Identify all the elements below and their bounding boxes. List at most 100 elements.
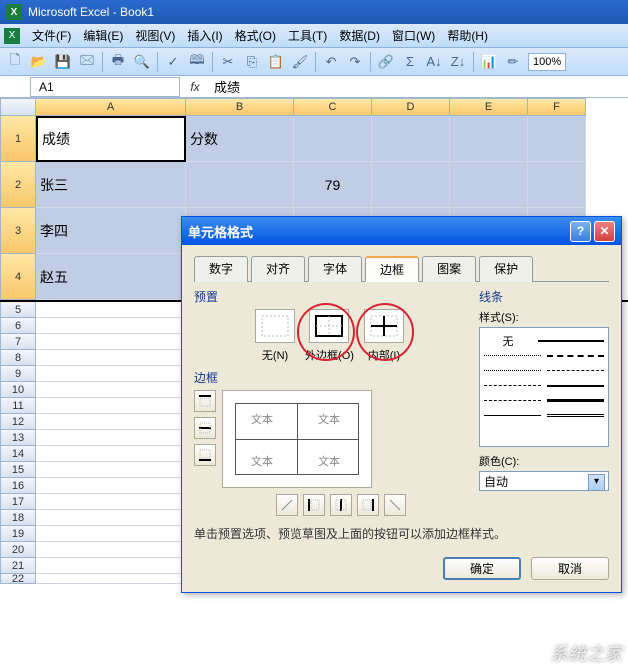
color-combo[interactable]: 自动 — [479, 471, 609, 491]
cell-A22[interactable] — [36, 574, 186, 584]
menu-view[interactable]: 视图(V) — [129, 25, 181, 46]
spell-icon[interactable]: ✓ — [162, 51, 184, 73]
cell-A7[interactable] — [36, 334, 186, 350]
open-icon[interactable]: 📂 — [28, 51, 50, 73]
row-header-19[interactable]: 19 — [0, 526, 36, 542]
row-header-22[interactable]: 22 — [0, 574, 36, 584]
cell-F1[interactable] — [528, 116, 586, 162]
border-preview[interactable]: 文本 文本 文本 文本 — [222, 390, 372, 488]
paste-icon[interactable]: 📋 — [265, 51, 287, 73]
research-icon[interactable]: 🕮 — [186, 51, 208, 73]
menu-tools[interactable]: 工具(T) — [282, 25, 333, 46]
col-header-F[interactable]: F — [528, 98, 586, 116]
ok-button[interactable]: 确定 — [443, 557, 521, 580]
cell-A15[interactable] — [36, 462, 186, 478]
row-header-5[interactable]: 5 — [0, 302, 36, 318]
preset-inside[interactable]: 内部(I) — [364, 309, 404, 363]
sort-desc-icon[interactable]: Z↓ — [447, 51, 469, 73]
col-header-B[interactable]: B — [186, 98, 294, 116]
autosum-icon[interactable]: Σ — [399, 51, 421, 73]
row-header-16[interactable]: 16 — [0, 478, 36, 494]
cell-B1[interactable]: 分数 — [186, 116, 294, 162]
menu-edit[interactable]: 编辑(E) — [77, 25, 129, 46]
close-button[interactable]: ✕ — [594, 221, 615, 242]
cell-A16[interactable] — [36, 478, 186, 494]
cell-A21[interactable] — [36, 558, 186, 574]
row-header-8[interactable]: 8 — [0, 350, 36, 366]
fx-icon[interactable]: fx — [180, 80, 210, 94]
cell-B2[interactable] — [186, 162, 294, 208]
row-header-1[interactable]: 1 — [0, 116, 36, 162]
row-header-10[interactable]: 10 — [0, 382, 36, 398]
select-all-corner[interactable] — [0, 98, 36, 116]
chart-icon[interactable]: 📊 — [478, 51, 500, 73]
col-header-D[interactable]: D — [372, 98, 450, 116]
border-hmiddle-button[interactable] — [194, 417, 216, 439]
cell-F2[interactable] — [528, 162, 586, 208]
cell-C2[interactable]: 79 — [294, 162, 372, 208]
row-header-9[interactable]: 9 — [0, 366, 36, 382]
row-header-20[interactable]: 20 — [0, 542, 36, 558]
cell-D2[interactable] — [372, 162, 450, 208]
cell-E1[interactable] — [450, 116, 528, 162]
row-header-4[interactable]: 4 — [0, 254, 36, 300]
menu-format[interactable]: 格式(O) — [229, 25, 282, 46]
cell-A20[interactable] — [36, 542, 186, 558]
row-header-15[interactable]: 15 — [0, 462, 36, 478]
cell-A19[interactable] — [36, 526, 186, 542]
tab-border[interactable]: 边框 — [365, 256, 419, 282]
col-header-C[interactable]: C — [294, 98, 372, 116]
sort-asc-icon[interactable]: A↓ — [423, 51, 445, 73]
border-bottom-button[interactable] — [194, 444, 216, 466]
print-icon[interactable]: 🖶 — [107, 51, 129, 73]
hyperlink-icon[interactable]: 🔗 — [375, 51, 397, 73]
row-header-12[interactable]: 12 — [0, 414, 36, 430]
cell-A2[interactable]: 张三 — [36, 162, 186, 208]
format-painter-icon[interactable]: 🖌 — [289, 51, 311, 73]
row-header-18[interactable]: 18 — [0, 510, 36, 526]
border-top-button[interactable] — [194, 390, 216, 412]
cell-A9[interactable] — [36, 366, 186, 382]
cell-A13[interactable] — [36, 430, 186, 446]
cell-A11[interactable] — [36, 398, 186, 414]
undo-icon[interactable]: ↶ — [320, 51, 342, 73]
preview-icon[interactable]: 🔍 — [131, 51, 153, 73]
menu-window[interactable]: 窗口(W) — [386, 25, 441, 46]
border-diag-up-button[interactable] — [276, 494, 298, 516]
cell-E2[interactable] — [450, 162, 528, 208]
col-header-A[interactable]: A — [36, 98, 186, 116]
cell-A14[interactable] — [36, 446, 186, 462]
line-style-list[interactable]: 无 — [479, 327, 609, 447]
row-header-14[interactable]: 14 — [0, 446, 36, 462]
border-diag-down-button[interactable] — [384, 494, 406, 516]
border-vmiddle-button[interactable] — [330, 494, 352, 516]
tab-number[interactable]: 数字 — [194, 256, 248, 282]
row-header-7[interactable]: 7 — [0, 334, 36, 350]
tab-align[interactable]: 对齐 — [251, 256, 305, 282]
cell-A6[interactable] — [36, 318, 186, 334]
redo-icon[interactable]: ↷ — [344, 51, 366, 73]
col-header-E[interactable]: E — [450, 98, 528, 116]
cell-A1[interactable]: 成绩 — [36, 116, 186, 162]
tab-pattern[interactable]: 图案 — [422, 256, 476, 282]
cell-A4[interactable]: 赵五 — [36, 254, 186, 300]
preset-outline[interactable]: 外边框(O) — [305, 309, 354, 363]
cell-D1[interactable] — [372, 116, 450, 162]
border-right-button[interactable] — [357, 494, 379, 516]
name-box[interactable]: A1 — [30, 77, 180, 97]
copy-icon[interactable]: ⎘ — [241, 51, 263, 73]
cell-C1[interactable] — [294, 116, 372, 162]
formula-input[interactable]: 成绩 — [210, 77, 628, 97]
tab-font[interactable]: 字体 — [308, 256, 362, 282]
menu-file[interactable]: 文件(F) — [26, 25, 77, 46]
row-header-6[interactable]: 6 — [0, 318, 36, 334]
dialog-titlebar[interactable]: 单元格格式 ? ✕ — [182, 217, 621, 245]
preset-none[interactable]: 无(N) — [255, 309, 295, 363]
tab-protect[interactable]: 保护 — [479, 256, 533, 282]
cell-A17[interactable] — [36, 494, 186, 510]
new-icon[interactable]: 🗋 — [4, 51, 26, 73]
row-header-17[interactable]: 17 — [0, 494, 36, 510]
drawing-icon[interactable]: ✏ — [502, 51, 524, 73]
row-header-2[interactable]: 2 — [0, 162, 36, 208]
cancel-button[interactable]: 取消 — [531, 557, 609, 580]
